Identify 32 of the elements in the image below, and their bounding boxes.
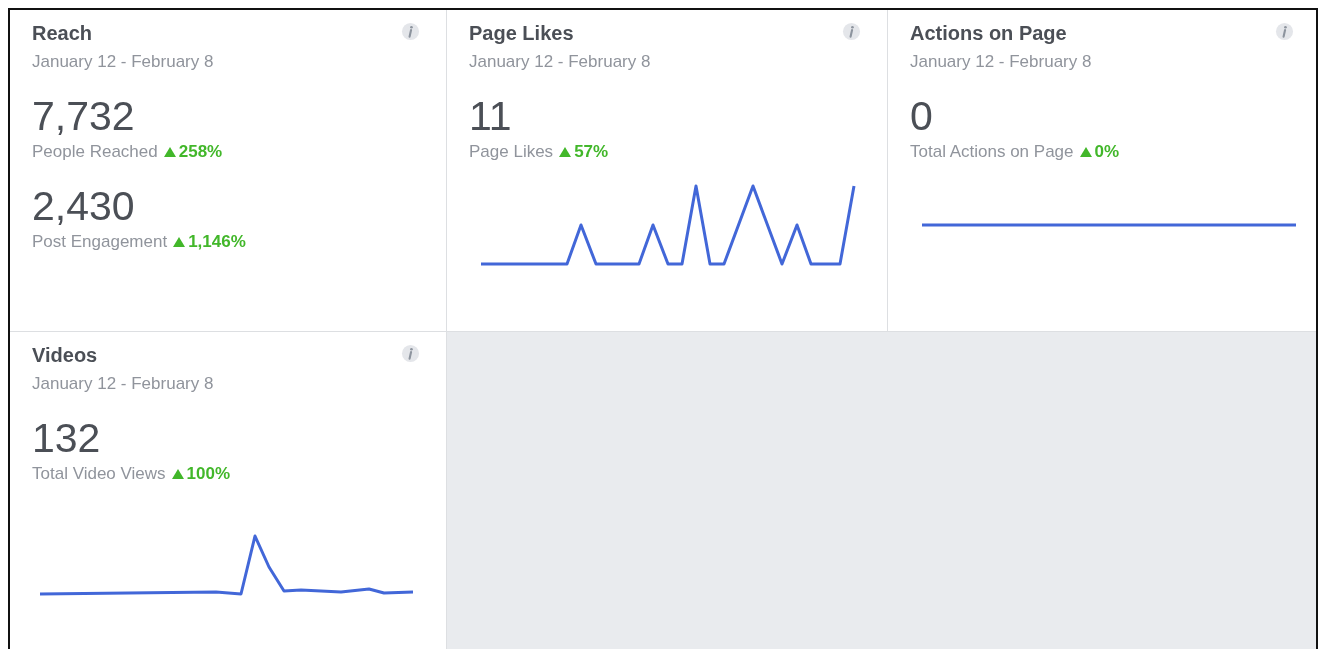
date-range: January 12 - February 8 xyxy=(910,52,1093,72)
metric-label: Post Engagement xyxy=(32,232,168,252)
change-percent: 1,146% xyxy=(188,232,246,252)
up-triangle-icon xyxy=(559,147,572,157)
card-title: Page Likes xyxy=(469,22,574,45)
metric-value: 7,732 xyxy=(32,94,136,138)
metric-label: Total Video Views xyxy=(32,464,166,484)
card-title: Actions on Page xyxy=(910,22,1067,45)
metric-value: 132 xyxy=(32,416,102,460)
up-triangle-icon xyxy=(1079,147,1092,157)
date-range: January 12 - February 8 xyxy=(32,374,215,394)
change-percent: 100% xyxy=(186,464,231,484)
metric-value: 2,430 xyxy=(32,184,136,228)
date-range: January 12 - February 8 xyxy=(469,52,652,72)
metric-value: 11 xyxy=(469,94,513,138)
info-icon[interactable] xyxy=(1275,22,1294,41)
metric-label: Total Actions on Page xyxy=(910,142,1074,162)
up-triangle-icon xyxy=(163,147,176,157)
change-percent: 57% xyxy=(574,142,609,162)
card-title: Videos xyxy=(32,344,98,367)
info-icon[interactable] xyxy=(401,344,420,363)
date-range: January 12 - February 8 xyxy=(32,52,215,72)
up-triangle-icon xyxy=(171,469,184,479)
card-title: Reach xyxy=(32,22,93,45)
change-percent: 0% xyxy=(1094,142,1120,162)
metric-label: People Reached xyxy=(32,142,158,162)
info-icon[interactable] xyxy=(401,22,420,41)
info-icon[interactable] xyxy=(842,22,861,41)
metric-label: Page Likes xyxy=(469,142,554,162)
metric-value: 0 xyxy=(910,94,934,138)
change-percent: 258% xyxy=(178,142,223,162)
up-triangle-icon xyxy=(173,237,186,247)
